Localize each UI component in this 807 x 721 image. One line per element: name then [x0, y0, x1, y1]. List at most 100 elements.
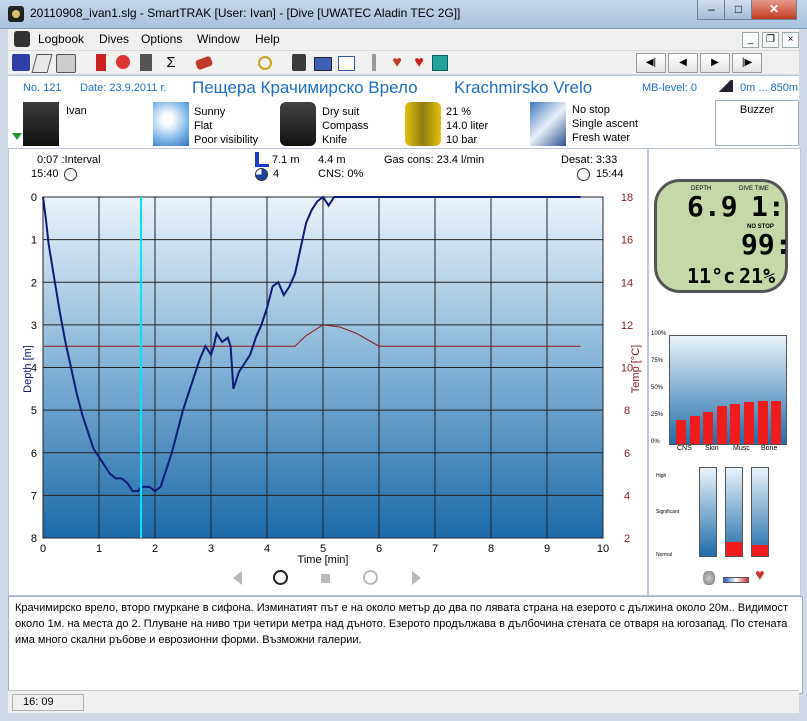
- computer-temp: 11°c: [687, 264, 736, 288]
- menu-options[interactable]: Options: [141, 32, 182, 46]
- heart-icon[interactable]: ♥: [410, 54, 428, 71]
- mail-icon[interactable]: [314, 57, 332, 71]
- clock-icon: [577, 168, 590, 181]
- y-tick-label: 8: [31, 533, 37, 545]
- y2-tick-label: 12: [621, 320, 633, 332]
- x-tick-label: 8: [488, 543, 494, 555]
- y2-tick-label: 4: [624, 490, 630, 502]
- y-tick-label: 3: [31, 320, 37, 332]
- menu-window[interactable]: Window: [197, 32, 240, 46]
- dive-number[interactable]: No. 121: [23, 82, 62, 94]
- gas-volume: 14.0 liter: [446, 120, 489, 132]
- y2-tick-label: 6: [624, 448, 630, 460]
- computer-depth: 6.9: [687, 190, 738, 223]
- location-bg[interactable]: Пещера Крачимирско Врело: [192, 78, 418, 98]
- tank-icon[interactable]: [405, 102, 441, 146]
- print-icon[interactable]: [56, 54, 76, 73]
- close-button[interactable]: ✕: [751, 0, 797, 20]
- exit-time: 15:44: [596, 168, 624, 180]
- logbook-icon[interactable]: [12, 54, 30, 71]
- prev-dive-button[interactable]: ◀: [668, 53, 698, 73]
- y2-tick-label: 8: [624, 405, 630, 417]
- y-tick-label: 7: [31, 490, 37, 502]
- y2-tick-label: 14: [621, 277, 633, 289]
- y-tick-label: 0: [31, 192, 37, 204]
- next-dive-button[interactable]: ▶: [700, 53, 730, 73]
- document-icon[interactable]: [14, 31, 30, 47]
- dive-notes[interactable]: Крачимирско врело, второ гмуркане в сифо…: [8, 596, 803, 694]
- mdi-close-button[interactable]: ×: [782, 32, 799, 48]
- settings-icon[interactable]: [432, 55, 448, 71]
- stop-icon[interactable]: [321, 574, 330, 583]
- minimize-button[interactable]: –: [697, 0, 726, 20]
- delete-icon[interactable]: [116, 55, 130, 69]
- menu-dives[interactable]: Dives: [99, 32, 129, 46]
- mdi-restore-button[interactable]: ❐: [762, 32, 779, 48]
- zoom-out-icon[interactable]: [363, 570, 378, 585]
- heart-broken-icon[interactable]: ♥: [388, 54, 406, 71]
- app-icon[interactable]: [8, 6, 24, 22]
- desat-time: Desat: 3:33: [561, 154, 618, 166]
- buzzer-box[interactable]: Buzzer: [715, 100, 799, 146]
- equipment-compass: Compass: [322, 120, 369, 132]
- x-tick-label: 9: [544, 543, 550, 555]
- ascent-count: 4: [273, 168, 280, 180]
- weather-icon[interactable]: [153, 102, 189, 146]
- trash-icon[interactable]: [140, 54, 152, 71]
- menu-logbook[interactable]: Logbook: [38, 32, 84, 46]
- dive-date[interactable]: Date: 23.9.2011 г.: [80, 82, 166, 94]
- syringe-icon[interactable]: [723, 577, 749, 583]
- computer-o2: 21%: [739, 264, 776, 288]
- dive-computer-display: DEPTH DIVE TIME 6.9 1: NO STOP 99: 11°c …: [654, 179, 792, 293]
- profile-icon[interactable]: [292, 54, 306, 71]
- add-dive-icon[interactable]: [96, 54, 106, 71]
- altitude-range: 0m ... 850m: [740, 82, 799, 94]
- x-tick-label: 3: [208, 543, 214, 555]
- buddy-name: Ivan: [66, 105, 87, 117]
- zoom-in-icon[interactable]: [273, 570, 288, 585]
- depth-axis-label: Depth [m]: [22, 345, 34, 393]
- equipment-icon[interactable]: [280, 102, 316, 146]
- first-dive-button[interactable]: ◀|: [636, 53, 666, 73]
- tissue-label: Bone: [761, 445, 778, 452]
- tissue-state-fill: [726, 541, 742, 556]
- water-type: Fresh water: [572, 132, 631, 144]
- equipment-info: Dry suit Compass Knife: [322, 105, 368, 147]
- lung-icon[interactable]: [703, 571, 715, 585]
- location-en[interactable]: Krachmirsko Vrelo: [454, 78, 592, 98]
- maximize-button[interactable]: □: [724, 0, 753, 20]
- eraser-icon[interactable]: [31, 54, 53, 73]
- tissue-plot: [669, 335, 787, 445]
- tissue-normal-label: Normal: [656, 552, 673, 558]
- transfer-icon[interactable]: [194, 55, 214, 71]
- dive-profile-chart[interactable]: 012345678 18161412108642 0 1 2 3 4 5 6 7 8 9 10 De…: [9, 181, 645, 571]
- tissue-state-bar: [751, 467, 769, 557]
- buddy-photo[interactable]: [23, 102, 59, 146]
- last-dive-button[interactable]: |▶: [732, 53, 762, 73]
- expand-arrow-icon[interactable]: [12, 133, 22, 140]
- tissue-high-label: High: [656, 473, 667, 479]
- tissue-bar: [757, 400, 768, 444]
- chart-icon[interactable]: [338, 56, 355, 71]
- scroll-right-icon[interactable]: [412, 571, 421, 585]
- weather-visibility: Poor visibility: [194, 134, 259, 146]
- dive-profile-panel: 0:07 :Interval 15:40 7.1 m 4.4 m Gas con…: [8, 148, 648, 596]
- toolbar: Σ ♥ ♥ ◀| ◀ ▶ |▶: [8, 51, 799, 74]
- menu-help[interactable]: Help: [255, 32, 280, 46]
- y2-tick-label: 16: [621, 235, 633, 247]
- tissue-tick-label: 50%: [651, 385, 664, 391]
- x-tick-label: 0: [40, 543, 46, 555]
- pin-icon[interactable]: [372, 54, 376, 71]
- avg-depth: 4.4 m: [318, 154, 346, 166]
- tissue-significant-label: Significant: [656, 509, 680, 515]
- diver-icon[interactable]: [530, 102, 566, 146]
- gas-o2: 21 %: [446, 106, 472, 118]
- mdi-minimize-button[interactable]: _: [742, 32, 759, 48]
- tissue-saturation-chart: 100% 75% 50% 25% 0% CNS Skin Musc Bone: [651, 325, 789, 461]
- heart-icon[interactable]: ♥: [755, 567, 765, 585]
- computer-dive-time: 1:: [751, 190, 785, 223]
- watch-icon[interactable]: [258, 56, 272, 70]
- sum-icon[interactable]: Σ: [162, 54, 180, 71]
- scroll-left-icon[interactable]: [233, 571, 242, 585]
- equipment-suit: Dry suit: [322, 106, 360, 118]
